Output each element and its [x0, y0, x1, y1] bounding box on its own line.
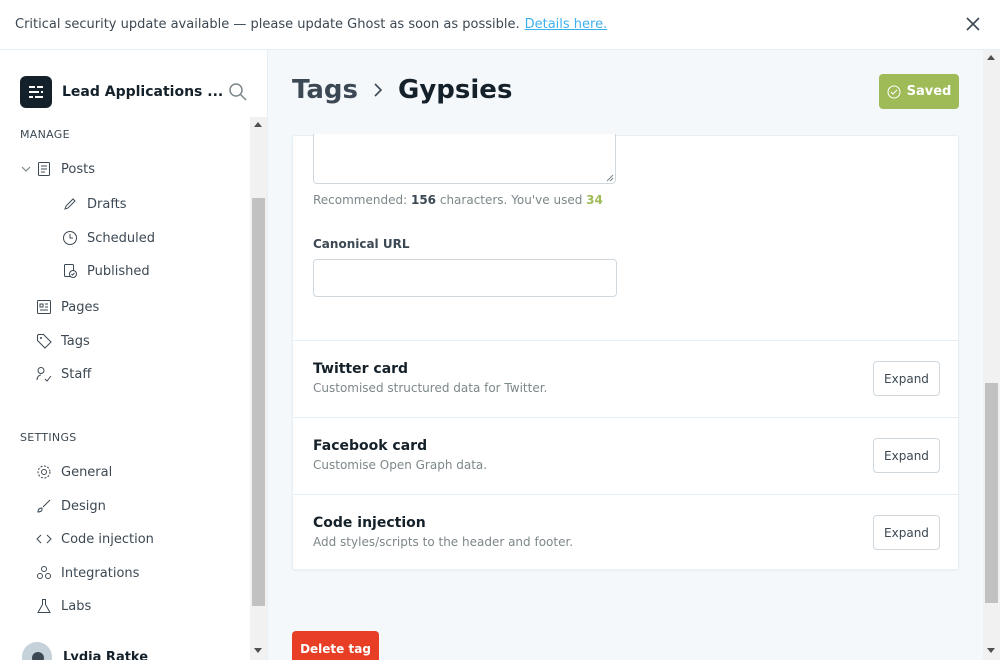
sidebar-item-label: Posts: [61, 161, 95, 177]
saved-button[interactable]: Saved: [879, 74, 959, 109]
banner-details-link[interactable]: Details here.: [525, 17, 608, 32]
section-description: Add styles/scripts to the header and foo…: [313, 535, 574, 549]
twitter-card-section: Twitter card Customised structured data …: [293, 340, 958, 417]
sidebar-item-published[interactable]: Published: [62, 261, 150, 281]
sidebar-item-code-injection[interactable]: Code injection: [36, 529, 154, 549]
expand-twitter-button[interactable]: Expand: [873, 361, 940, 396]
sidebar-item-scheduled[interactable]: Scheduled: [62, 228, 155, 248]
published-icon: [64, 264, 77, 278]
facebook-card-section: Facebook card Customise Open Graph data.…: [293, 417, 958, 494]
user-menu[interactable]: Lydia Ratke: [20, 640, 148, 660]
scroll-up-icon[interactable]: [987, 55, 995, 60]
canonical-url-input[interactable]: [313, 259, 617, 297]
sidebar-item-design[interactable]: Design: [36, 496, 106, 516]
resize-handle-icon[interactable]: [606, 174, 614, 182]
check-circle-icon: [887, 85, 901, 98]
sidebar-item-label: Tags: [61, 333, 90, 349]
chevron-right-icon: [374, 83, 383, 97]
expand-facebook-button[interactable]: Expand: [873, 438, 940, 473]
saved-label: Saved: [906, 84, 952, 99]
posts-icon: [38, 162, 50, 176]
flask-icon: [37, 599, 51, 613]
integrations-icon: [37, 566, 51, 579]
meta-description-textarea[interactable]: [313, 134, 616, 184]
sidebar-item-label: Pages: [61, 299, 100, 315]
scroll-up-icon[interactable]: [254, 122, 262, 127]
staff-icon: [36, 367, 52, 382]
section-title: Twitter card: [313, 361, 409, 377]
tag-settings-card: Recommended: 156 characters. You've used…: [292, 134, 959, 571]
pencil-icon: [64, 198, 76, 210]
section-title: Code injection: [313, 515, 426, 531]
close-icon[interactable]: [964, 15, 982, 33]
sidebar-item-general[interactable]: General: [36, 462, 112, 482]
sidebar-item-label: Design: [61, 498, 106, 514]
sidebar-item-labs[interactable]: Labs: [36, 596, 91, 616]
sidebar-item-label: General: [61, 464, 113, 480]
sidebar-item-tags[interactable]: Tags: [36, 331, 90, 351]
recommended-count: 156: [410, 193, 437, 207]
sidebar-item-label: Integrations: [61, 565, 140, 581]
tag-name-title: Gypsies: [398, 75, 513, 105]
user-name: Lydia Ratke: [63, 649, 149, 660]
gear-icon: [37, 465, 51, 479]
sidebar-item-label: Drafts: [87, 196, 127, 212]
ghost-logo-icon: [20, 76, 52, 108]
banner-message: Critical security update available — ple…: [15, 17, 520, 32]
pages-icon: [37, 300, 51, 314]
sidebar-item-staff[interactable]: Staff: [36, 364, 91, 384]
avatar: [20, 640, 54, 660]
scroll-down-icon[interactable]: [254, 648, 262, 653]
security-banner: Critical security update available — ple…: [0, 0, 1000, 50]
clock-icon: [63, 231, 77, 245]
used-count: 34: [586, 193, 603, 207]
sidebar-item-pages[interactable]: Pages: [36, 297, 99, 317]
breadcrumb-tags[interactable]: Tags: [292, 75, 358, 105]
main-scrollbar-thumb[interactable]: [985, 383, 998, 603]
sidebar-item-integrations[interactable]: Integrations: [36, 563, 139, 583]
page-title: Tags Gypsies: [292, 75, 512, 105]
section-title: Facebook card: [313, 438, 428, 454]
sidebar-item-label: Labs: [61, 598, 92, 614]
manage-heading: MANAGE: [20, 128, 70, 141]
sidebar-scrollbar-thumb[interactable]: [252, 198, 265, 606]
code-injection-section: Code injection Add styles/scripts to the…: [293, 494, 958, 571]
sidebar-item-label: Published: [87, 263, 150, 279]
brand[interactable]: Lead Applications ...: [20, 76, 223, 108]
expand-code-injection-button[interactable]: Expand: [873, 515, 940, 550]
sidebar-item-label: Code injection: [61, 531, 154, 547]
delete-tag-button[interactable]: Delete tag: [292, 631, 379, 660]
site-title: Lead Applications ...: [62, 84, 224, 100]
meta-description-hint: Recommended: 156 characters. You've used…: [313, 193, 603, 207]
section-description: Customise Open Graph data.: [313, 458, 488, 472]
sidebar-item-label: Staff: [61, 366, 92, 382]
scroll-down-icon[interactable]: [987, 648, 995, 653]
settings-heading: SETTINGS: [20, 431, 77, 444]
section-description: Customised structured data for Twitter.: [313, 381, 548, 395]
brush-icon: [37, 499, 51, 513]
search-icon[interactable]: [228, 82, 248, 102]
code-icon: [36, 534, 52, 544]
sidebar-item-drafts[interactable]: Drafts: [62, 194, 127, 214]
sidebar-item-posts[interactable]: Posts: [36, 159, 95, 179]
tag-icon: [37, 334, 52, 349]
sidebar-item-label: Scheduled: [87, 230, 155, 246]
main-content: Tags Gypsies Saved Recommended: 156 char…: [268, 50, 983, 660]
sidebar: Lead Applications ... MANAGE Posts Draft…: [0, 50, 268, 660]
canonical-url-label: Canonical URL: [313, 237, 410, 251]
chevron-down-icon[interactable]: [20, 163, 32, 175]
